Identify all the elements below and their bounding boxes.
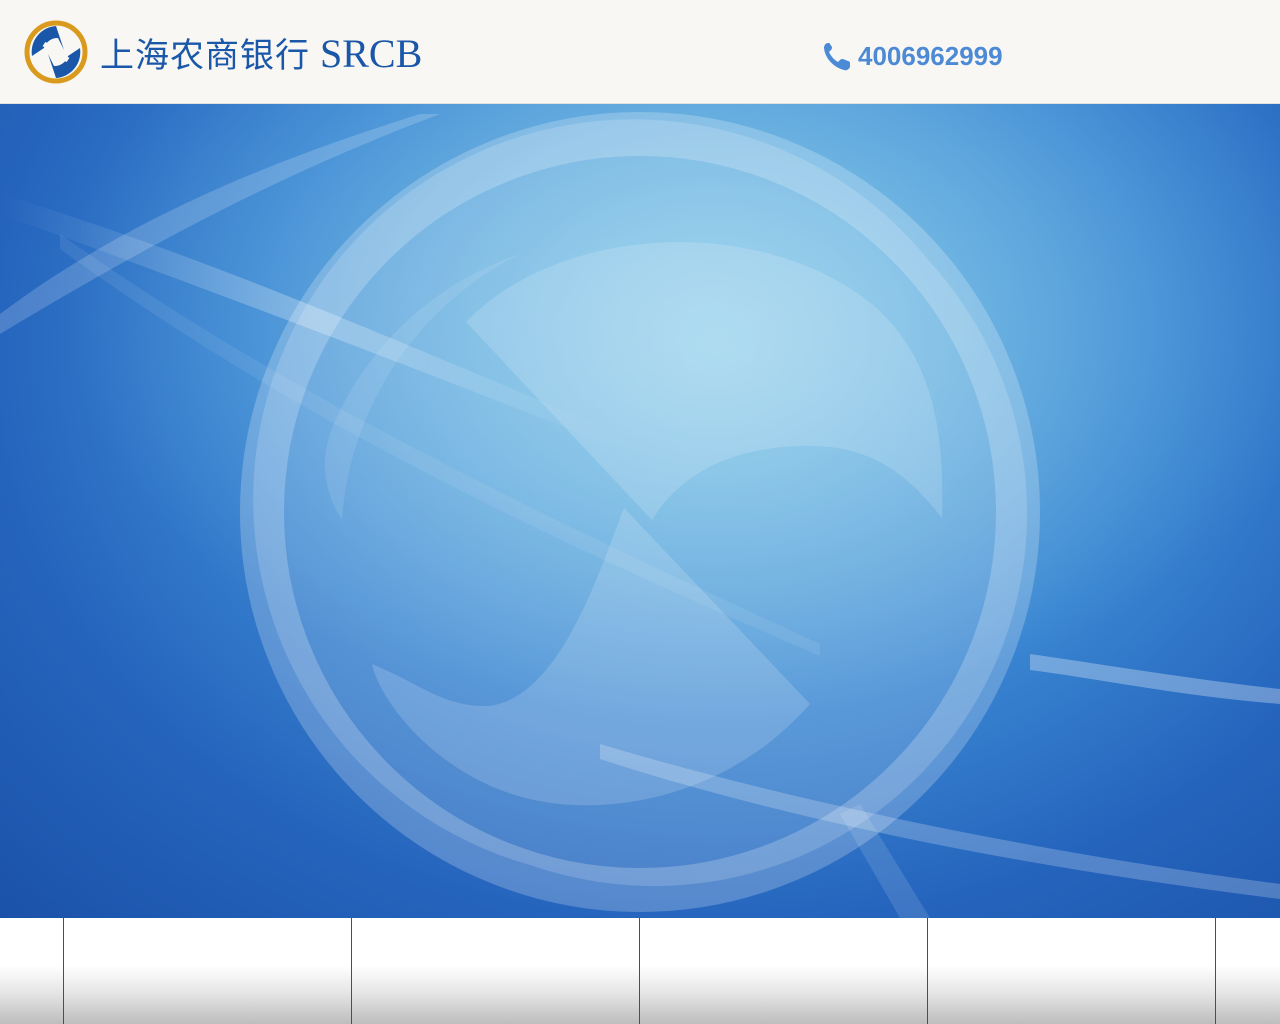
bank-name-english: SRCB xyxy=(320,30,423,76)
bank-name-chinese: 上海农商银行 xyxy=(100,35,310,76)
phone-number: 4006962999 xyxy=(858,40,1003,71)
srcb-logo-watermark xyxy=(0,104,1280,918)
hero-banner xyxy=(0,104,1280,918)
bank-logo[interactable]: 上海农商银行 SRCB xyxy=(24,19,422,85)
tile-edge-right xyxy=(1216,918,1280,1024)
quick-link-tile[interactable] xyxy=(928,918,1216,1024)
quick-link-tile[interactable] xyxy=(640,918,928,1024)
service-hotline[interactable]: 4006962999 xyxy=(822,38,1003,74)
quick-link-tile[interactable] xyxy=(352,918,640,1024)
quick-link-tile[interactable] xyxy=(64,918,352,1024)
phone-icon xyxy=(824,43,850,71)
srcb-logo-icon xyxy=(24,20,88,84)
top-header: 上海农商银行 SRCB 4006962999 xyxy=(0,0,1280,104)
quick-links-bar xyxy=(0,918,1280,1024)
tile-edge-left xyxy=(0,918,64,1024)
